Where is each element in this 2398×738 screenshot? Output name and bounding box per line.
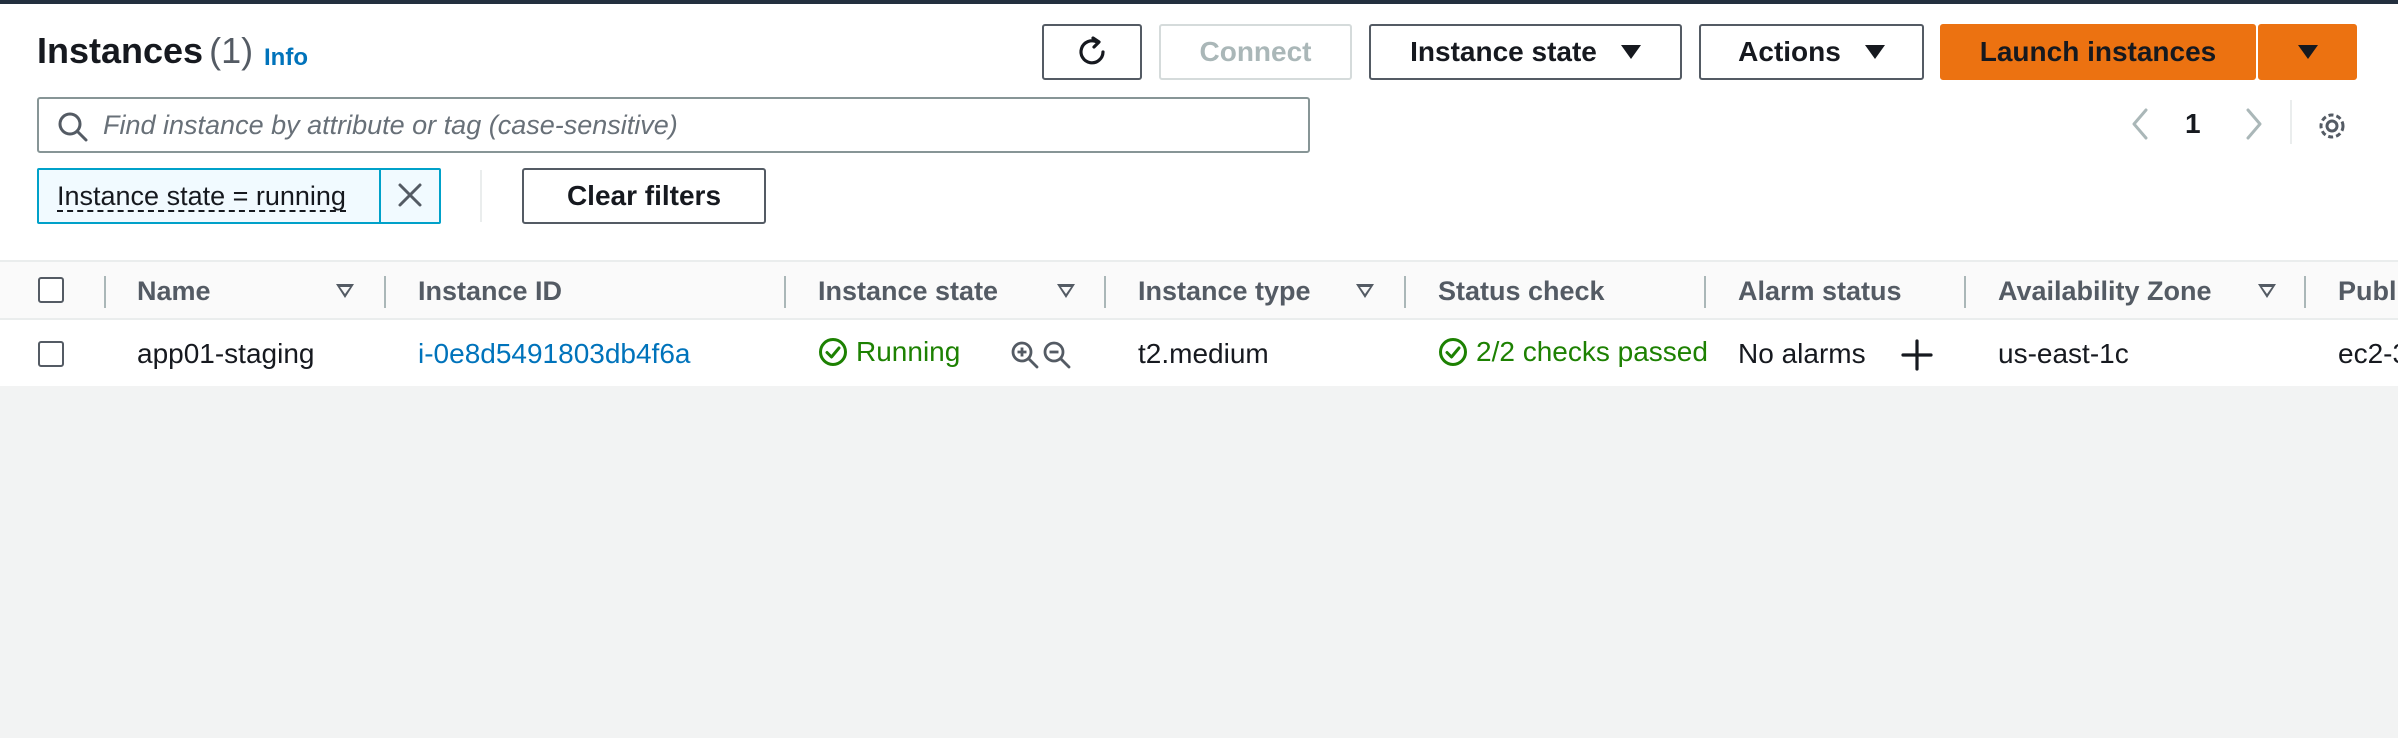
search-box [37, 97, 1310, 153]
column-header-alarm-status[interactable]: Alarm status [1738, 276, 1902, 307]
chevron-right-icon[interactable] [2238, 106, 2268, 142]
row-checkbox[interactable] [38, 341, 64, 367]
info-link[interactable]: Info [264, 44, 308, 72]
caret-down-icon [1864, 45, 1885, 59]
cell-instance-id-link[interactable]: i-0e8d5491803db4f6a [418, 338, 690, 370]
gear-icon[interactable] [2314, 108, 2350, 144]
filter-separator [480, 170, 482, 222]
search-input[interactable] [103, 107, 1283, 143]
sort-icon[interactable] [2258, 284, 2276, 298]
cell-instance-state: Running [818, 336, 960, 368]
check-circle-icon [819, 338, 847, 366]
status-check-text: 2/2 checks passed [1476, 336, 1708, 367]
cell-availability-zone: us-east-1c [1998, 338, 2129, 369]
zoom-out-icon[interactable] [1042, 340, 1072, 370]
title-text: Instances [37, 30, 204, 71]
connect-button[interactable]: Connect [1159, 24, 1352, 80]
search-icon [58, 112, 88, 142]
column-divider[interactable] [1964, 276, 1966, 308]
column-divider[interactable] [1704, 276, 1706, 308]
column-header-instance-state[interactable]: Instance state [818, 276, 998, 307]
column-header-public-dns[interactable]: Publ [2338, 276, 2397, 307]
plus-icon[interactable] [1900, 338, 1934, 372]
column-header-instance-id[interactable]: Instance ID [418, 276, 562, 307]
column-header-name[interactable]: Name [137, 276, 211, 307]
refresh-button[interactable] [1042, 24, 1142, 80]
table-row[interactable]: app01-staging i-0e8d5491803db4f6a Runnin… [0, 322, 2398, 386]
sort-icon[interactable] [336, 284, 354, 298]
filter-token-label[interactable]: Instance state = running [57, 182, 346, 212]
column-divider[interactable] [1404, 276, 1406, 308]
column-divider[interactable] [384, 276, 386, 308]
column-header-instance-type[interactable]: Instance type [1138, 276, 1311, 307]
zoom-in-icon[interactable] [1010, 340, 1040, 370]
caret-down-icon [2297, 45, 2318, 59]
cell-status-check: 2/2 checks passed [1438, 336, 1708, 368]
token-separator [379, 170, 381, 222]
filter-token[interactable]: Instance state = running [37, 168, 441, 224]
column-header-status-check[interactable]: Status check [1438, 276, 1605, 307]
instance-state-dropdown[interactable]: Instance state [1369, 24, 1682, 80]
caret-down-icon [1620, 45, 1641, 59]
instance-state-text: Running [856, 336, 961, 367]
actions-label: Actions [1738, 36, 1841, 67]
column-divider[interactable] [2304, 276, 2306, 308]
chevron-left-icon[interactable] [2126, 106, 2156, 142]
sort-icon[interactable] [1057, 284, 1075, 298]
instances-panel: Instances (1) Info Connect Instance state… [0, 4, 2398, 386]
launch-instances-button[interactable]: Launch instances [1940, 24, 2256, 80]
page-title: Instances (1) [37, 30, 253, 72]
column-divider[interactable] [104, 276, 106, 308]
sort-icon[interactable] [1356, 284, 1374, 298]
table-header: Name Instance ID Instance state Instance… [0, 260, 2398, 320]
refresh-icon [1079, 36, 1105, 65]
cell-name: app01-staging [137, 338, 315, 369]
column-divider[interactable] [1104, 276, 1106, 308]
column-header-availability-zone[interactable]: Availability Zone [1998, 276, 2212, 307]
launch-options-button[interactable] [2258, 24, 2357, 80]
pager-divider [2290, 100, 2292, 144]
check-circle-icon [1439, 338, 1467, 366]
page-number[interactable]: 1 [2185, 108, 2201, 140]
cell-public-dns: ec2-3 [2338, 338, 2398, 369]
cell-instance-type: t2.medium [1138, 338, 1269, 369]
select-all-checkbox[interactable] [38, 277, 64, 303]
column-divider[interactable] [784, 276, 786, 308]
instance-count: (1) [209, 30, 254, 71]
clear-filters-button[interactable]: Clear filters [522, 168, 766, 224]
instance-state-label: Instance state [1410, 36, 1597, 67]
actions-dropdown[interactable]: Actions [1699, 24, 1924, 80]
close-icon[interactable] [395, 180, 425, 210]
cell-alarm-status: No alarms [1738, 338, 1866, 369]
